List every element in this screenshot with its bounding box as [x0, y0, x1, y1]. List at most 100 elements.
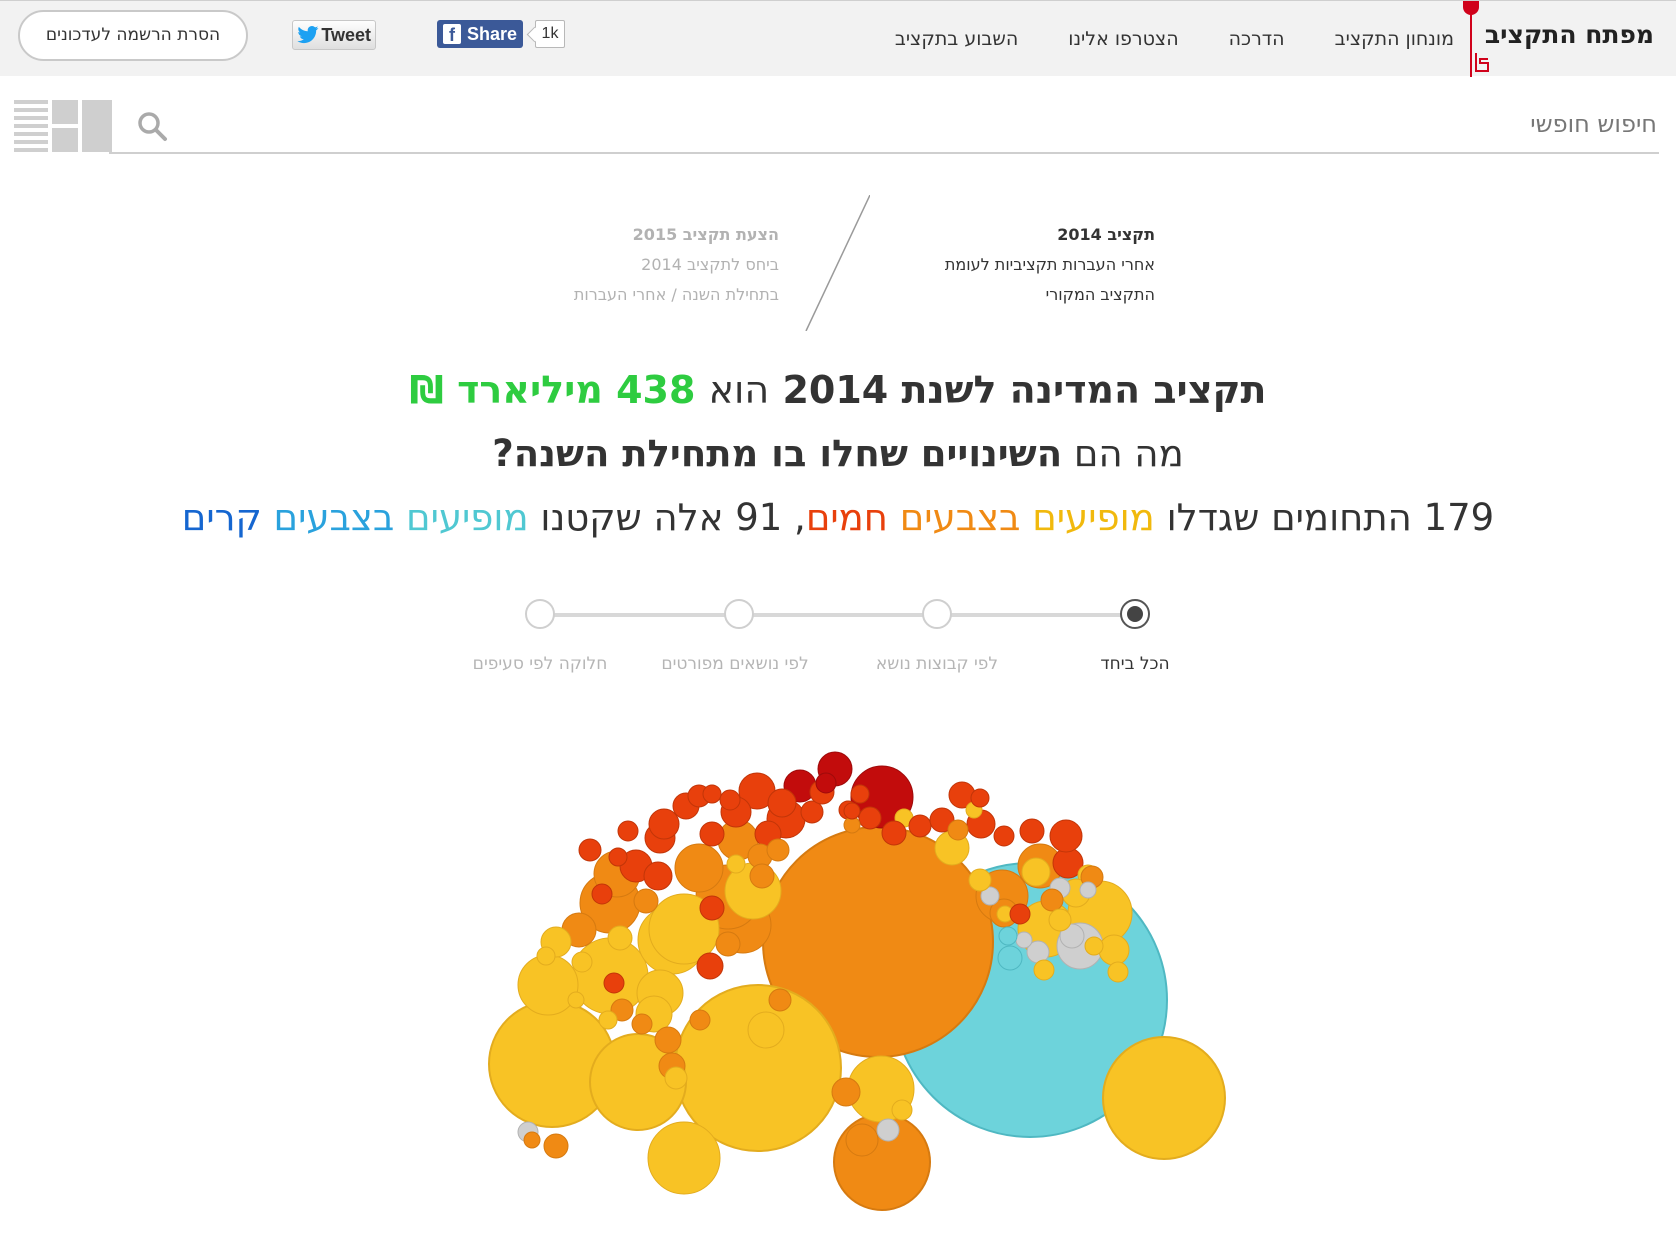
- budget-bubble[interactable]: [567, 991, 585, 1009]
- budget-bubble[interactable]: [1084, 936, 1104, 956]
- step-all-label[interactable]: הכל ביחד: [1025, 654, 1245, 674]
- budget-bubble[interactable]: [674, 843, 724, 893]
- budget-bubble[interactable]: [768, 988, 792, 1012]
- budget-bubble[interactable]: [1033, 959, 1055, 981]
- budget-bubble[interactable]: [1098, 934, 1130, 966]
- budget-bubble[interactable]: [845, 1123, 879, 1157]
- budget-bubble[interactable]: [1019, 818, 1045, 844]
- budget-option-2015-title: הצעת תקציב 2015: [632, 225, 779, 244]
- budget-bubble[interactable]: [876, 1118, 900, 1142]
- budget-bubble[interactable]: [1102, 1036, 1226, 1160]
- budget-bubble[interactable]: [1009, 903, 1031, 925]
- budget-bubble[interactable]: [968, 868, 992, 892]
- budget-bubble[interactable]: [970, 788, 990, 808]
- budget-bubble[interactable]: [647, 1121, 721, 1195]
- budget-bubble[interactable]: [648, 808, 680, 840]
- budget-bubble[interactable]: [766, 838, 790, 862]
- budget-bubble[interactable]: [843, 802, 861, 820]
- budget-bubble[interactable]: [523, 1131, 541, 1149]
- tweet-label: Tweet: [321, 24, 371, 45]
- step-topics-label[interactable]: לפי נושאים מפורטים: [625, 654, 845, 674]
- budget-bubble[interactable]: [1049, 819, 1083, 853]
- budget-bubble[interactable]: [633, 888, 659, 914]
- budget-bubble[interactable]: [608, 847, 628, 867]
- headline-total-is: הוא: [708, 368, 770, 412]
- budget-bubble[interactable]: [578, 838, 602, 862]
- budget-bubble[interactable]: [850, 784, 870, 804]
- budget-bubble[interactable]: [767, 788, 797, 818]
- step-groups-label[interactable]: לפי קבוצות נושא: [827, 654, 1047, 674]
- budget-bubble[interactable]: [993, 825, 1015, 847]
- switch-divider: [805, 195, 870, 331]
- budget-bubble[interactable]: [998, 926, 1018, 946]
- budget-bubble[interactable]: [858, 806, 882, 830]
- unsubscribe-button[interactable]: הסרת הרשמה לעדכונים: [18, 10, 248, 61]
- budget-bubble[interactable]: [1048, 908, 1072, 932]
- budget-option-2015[interactable]: הצעת תקציב 2015 ביחס לתקציב 2014 בתחילת …: [479, 220, 779, 310]
- budget-bubble[interactable]: [607, 925, 633, 951]
- twitter-bird-icon: [297, 25, 319, 44]
- budget-bubble[interactable]: [699, 895, 725, 921]
- legend-warm-word-3: חמים: [805, 496, 888, 539]
- nav-item-join[interactable]: הצטרפו אלינו: [1068, 28, 1178, 50]
- budget-switch: תקציב 2014 אחרי העברות תקציביות לעומת הת…: [0, 195, 1676, 335]
- budget-bubble[interactable]: [997, 945, 1023, 971]
- step-topics-dot[interactable]: [724, 599, 754, 629]
- budget-bubble[interactable]: [947, 819, 969, 841]
- budget-bubble[interactable]: [571, 951, 593, 973]
- layout-grid-icon[interactable]: [14, 100, 112, 152]
- budget-bubble[interactable]: [664, 1066, 688, 1090]
- budget-bubble[interactable]: [715, 931, 741, 957]
- step-sections-dot[interactable]: [525, 599, 555, 629]
- budget-bubble[interactable]: [800, 800, 824, 824]
- budget-bubble[interactable]: [881, 820, 907, 846]
- legend-cold-word-1: מופיעים: [406, 496, 529, 539]
- budget-bubble[interactable]: [536, 946, 556, 966]
- budget-bubble[interactable]: [591, 883, 613, 905]
- budget-option-2014[interactable]: תקציב 2014 אחרי העברות תקציביות לעומת הת…: [885, 220, 1155, 310]
- search-icon[interactable]: [136, 110, 168, 142]
- budget-bubble[interactable]: [747, 1011, 785, 1049]
- headline-question-b: השינויים שחלו בו מתחילת השנה?: [492, 432, 1063, 475]
- budget-bubble[interactable]: [598, 1010, 618, 1030]
- budget-bubble[interactable]: [719, 789, 741, 811]
- budget-option-2014-line1: אחרי העברות תקציביות לעומת: [944, 255, 1155, 274]
- legend-cold-word-2: בצבעים: [273, 496, 395, 539]
- tweet-button[interactable]: Tweet: [292, 20, 376, 50]
- budget-bubble[interactable]: [631, 1013, 653, 1035]
- search-input[interactable]: [109, 96, 1659, 154]
- search-bar: [0, 96, 1676, 156]
- budget-bubble[interactable]: [543, 1133, 569, 1159]
- budget-bubble[interactable]: [689, 1009, 711, 1031]
- budget-bubble[interactable]: [699, 821, 725, 847]
- budget-bubble[interactable]: [603, 972, 625, 994]
- step-all-dot[interactable]: [1120, 599, 1150, 629]
- headline-question: מה הם השינויים שחלו בו מתחילת השנה?: [0, 432, 1676, 475]
- legend-cold-word-3: קרים: [181, 496, 262, 539]
- budget-bubble[interactable]: [1021, 857, 1051, 887]
- budget-bubble[interactable]: [891, 1099, 913, 1121]
- budget-bubble[interactable]: [643, 861, 673, 891]
- budget-bubble[interactable]: [696, 952, 724, 980]
- step-groups-dot[interactable]: [922, 599, 952, 629]
- budget-bubble[interactable]: [1040, 888, 1064, 912]
- brand[interactable]: מפתח התקציב: [1463, 1, 1676, 77]
- budget-bubble[interactable]: [726, 854, 746, 874]
- budget-bubble[interactable]: [831, 1077, 861, 1107]
- budget-bubble[interactable]: [617, 820, 639, 842]
- nav-item-guide[interactable]: הדרכה: [1229, 28, 1285, 50]
- budget-bubble[interactable]: [815, 772, 837, 794]
- budget-bubble[interactable]: [908, 814, 932, 838]
- step-sections-label[interactable]: חלוקה לפי סעיפים: [430, 654, 650, 674]
- nav-item-glossary[interactable]: מונחון התקציב: [1335, 28, 1454, 50]
- budget-bubble[interactable]: [1079, 881, 1097, 899]
- legend-decreased-count: , 91 אלה שקטנו: [540, 496, 806, 539]
- budget-bubble[interactable]: [749, 863, 775, 889]
- budget-bubble[interactable]: [1015, 931, 1033, 949]
- budget-bubble[interactable]: [702, 784, 722, 804]
- nav-item-this-week[interactable]: השבוע בתקציב: [895, 28, 1018, 50]
- facebook-share-label: Share: [466, 23, 517, 44]
- budget-bubble[interactable]: [1107, 961, 1129, 983]
- budget-bubble[interactable]: [654, 1026, 682, 1054]
- facebook-share-button[interactable]: f Share: [437, 20, 523, 48]
